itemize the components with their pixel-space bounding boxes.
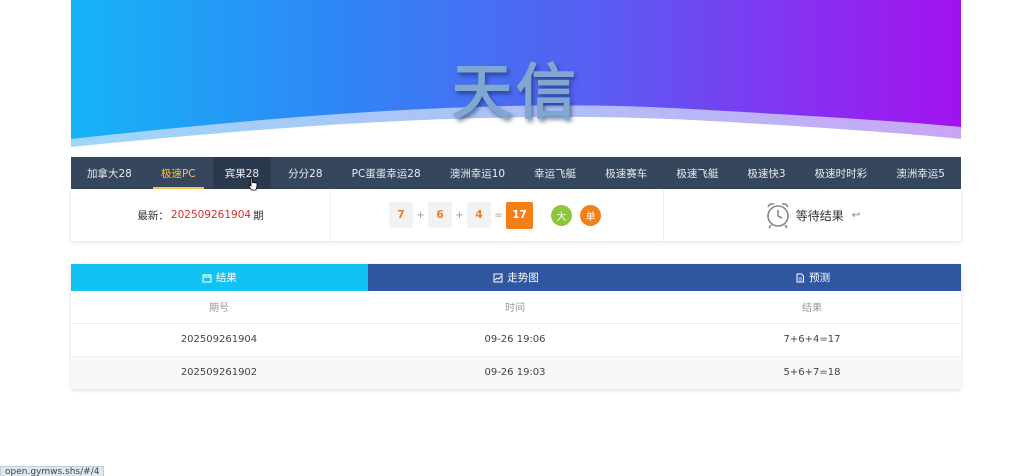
results-panel: 结果 走势图 预测 期号 时间 结果 202509261904 09-26 19… [71, 264, 962, 389]
waiting-text: 等待结果 [795, 208, 844, 223]
nav-item-lucky-airship[interactable]: 幸运飞艇 [522, 157, 588, 189]
nav-item-fenfen28[interactable]: 分分28 [276, 157, 334, 189]
header-time: 时间 [367, 291, 663, 324]
tab-predict[interactable]: 预测 [664, 264, 962, 291]
nav-item-aus-lucky10[interactable]: 澳洲幸运10 [438, 157, 517, 189]
tab-trend-label: 走势图 [507, 272, 539, 284]
nav-item-canada28[interactable]: 加拿大28 [75, 157, 144, 189]
results-table: 期号 时间 结果 202509261904 09-26 19:06 7+6+4=… [71, 291, 961, 389]
nav-item-speed-airship[interactable]: 极速飞艇 [664, 157, 730, 189]
results-tabs: 结果 走势图 预测 [71, 264, 962, 291]
table-header-row: 期号 时间 结果 [71, 291, 961, 324]
cell-time: 09-26 19:06 [367, 323, 663, 357]
header-result: 结果 [663, 291, 961, 324]
latest-suffix: 期 [253, 209, 264, 222]
game-nav: 加拿大28 极速PC 宾果28 分分28 PC蛋蛋幸运28 澳洲幸运10 幸运飞… [71, 157, 961, 189]
ball-2: 6 [428, 202, 452, 228]
tab-results-label: 结果 [215, 272, 237, 284]
cell-issue: 202509261902 [71, 356, 367, 389]
sum-value: 17 [506, 201, 533, 229]
tab-predict-label: 预测 [809, 272, 831, 284]
nav-item-speed-k3[interactable]: 极速快3 [735, 157, 797, 189]
plus-sign: + [455, 209, 464, 221]
nav-item-speed-ssc[interactable]: 极速时时彩 [803, 157, 880, 189]
document-icon [796, 273, 805, 282]
nav-item-speed-pc[interactable]: 极速PC [149, 157, 208, 189]
header-issue: 期号 [71, 291, 367, 324]
alarm-clock-icon [766, 203, 789, 229]
equals-sign: = [494, 209, 503, 221]
plus-sign: + [416, 209, 425, 221]
latest-issue: 最新： 202509261904 期 [71, 189, 331, 241]
waiting-status: 等待结果 ↩ [664, 189, 961, 241]
return-arrow-icon: ↩ [851, 209, 861, 221]
nav-item-pcdd28[interactable]: PC蛋蛋幸运28 [340, 157, 433, 189]
calendar-icon [202, 273, 212, 282]
table-row: 202509261902 09-26 19:03 5+6+7=18 [71, 356, 961, 389]
latest-numbers: 7 + 6 + 4 = 17 大 单 [331, 189, 664, 241]
ball-3: 4 [467, 202, 491, 228]
nav-item-aus-lucky5[interactable]: 澳洲幸运5 [884, 157, 957, 189]
cell-time: 09-26 19:03 [367, 356, 663, 389]
tab-trend[interactable]: 走势图 [367, 264, 665, 291]
cell-result: 7+6+4=17 [663, 323, 961, 357]
nav-item-bingo28[interactable]: 宾果28 [212, 157, 272, 189]
cell-issue: 202509261904 [71, 323, 367, 357]
latest-draw: 最新： 202509261904 期 7 + 6 + 4 = 17 大 单 等待… [71, 189, 961, 241]
trend-chart-icon [493, 273, 503, 282]
banner-title: 天信 [452, 58, 580, 128]
tag-odd: 单 [580, 204, 601, 226]
table-row: 202509261904 09-26 19:06 7+6+4=17 [71, 323, 961, 357]
cell-result: 5+6+7=18 [663, 356, 961, 389]
status-bar-url: open.gymws.shs/#/4 [0, 466, 105, 476]
latest-issue-number: 202509261904 [170, 209, 252, 221]
latest-prefix: 最新： [137, 209, 169, 222]
nav-item-speed-racing[interactable]: 极速赛车 [593, 157, 659, 189]
banner: 天信 [71, 0, 961, 157]
tag-big: 大 [551, 204, 572, 226]
tab-results[interactable]: 结果 [71, 264, 368, 291]
mouse-cursor-icon [248, 177, 258, 191]
ball-1: 7 [389, 202, 413, 228]
page-wrapper: 天信 加拿大28 极速PC 宾果28 分分28 PC蛋蛋幸运28 澳洲幸运10 … [71, 0, 961, 241]
